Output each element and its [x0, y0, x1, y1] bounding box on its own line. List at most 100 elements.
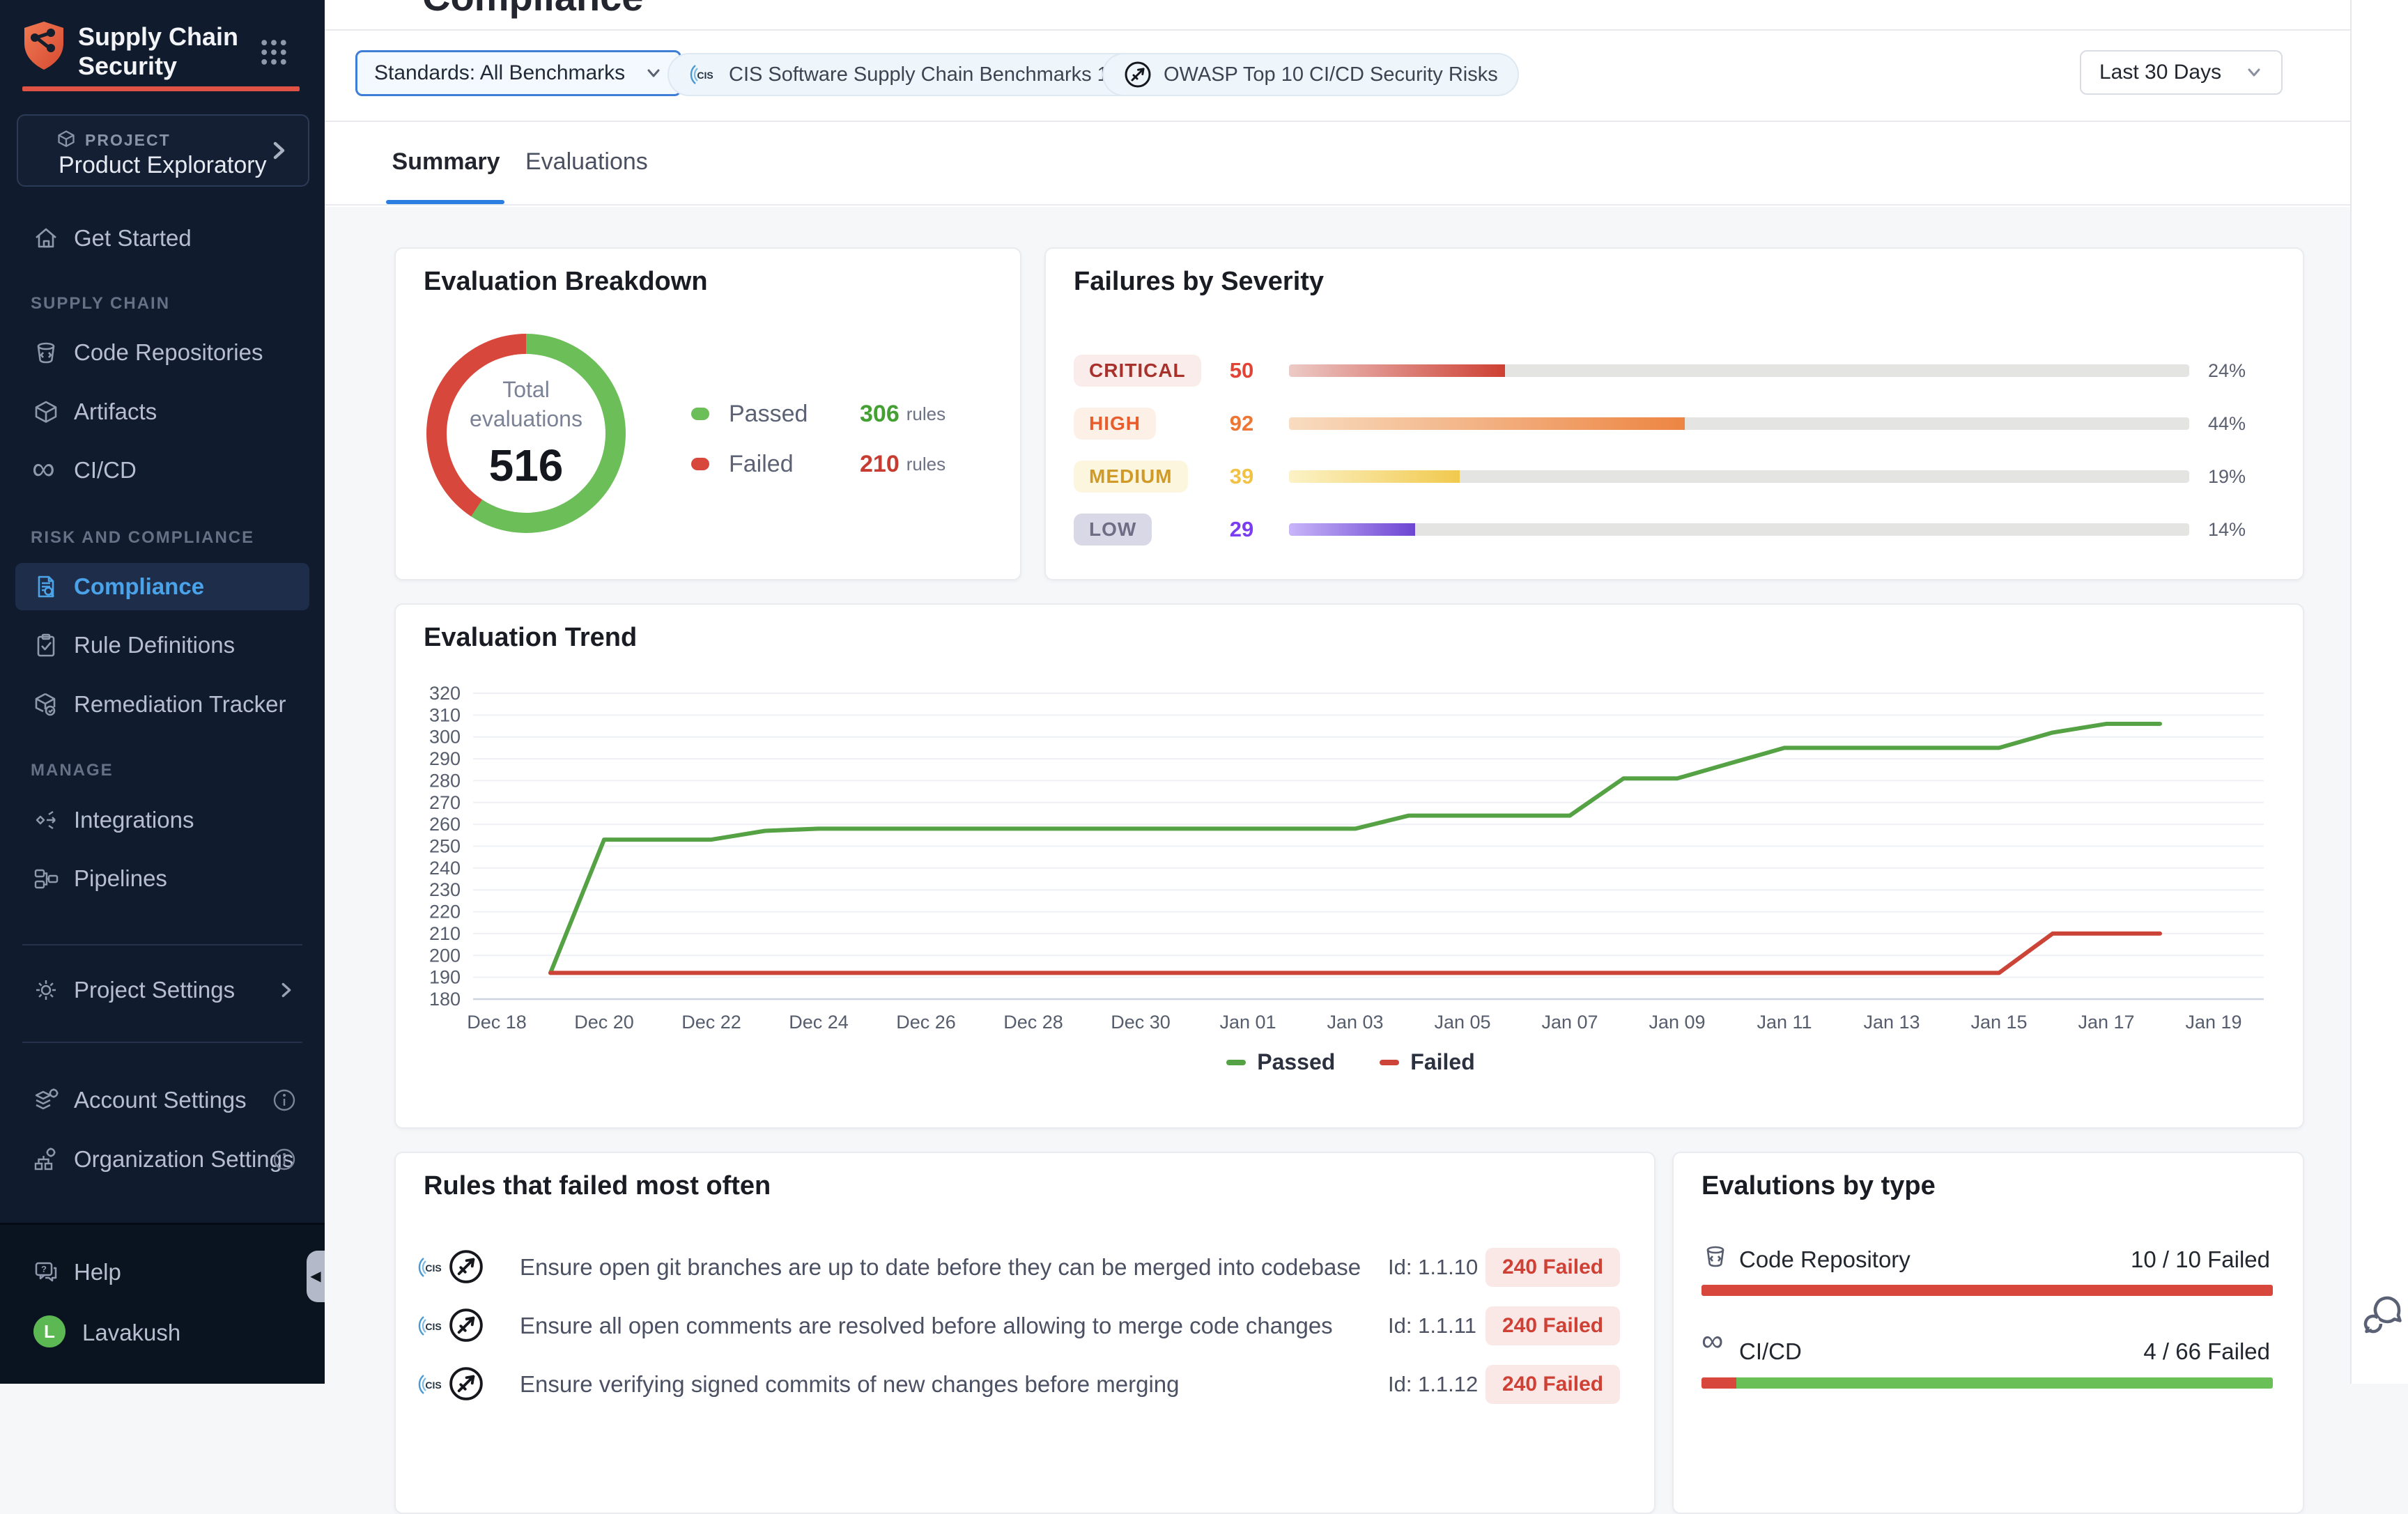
svg-text:190: 190 — [429, 967, 461, 988]
app-switcher-grid-icon[interactable] — [258, 36, 290, 68]
org-gear-icon — [32, 1145, 60, 1173]
svg-text:270: 270 — [429, 792, 461, 813]
sidebar-item-account-settings[interactable]: Account Settings — [0, 1077, 325, 1123]
svg-text:CIS: CIS — [697, 70, 713, 81]
artifacts-box-icon — [32, 398, 60, 426]
card-title: Evaluation Breakdown — [424, 267, 708, 297]
passed-line-icon — [1226, 1060, 1246, 1065]
card-rules-failed-most: Rules that failed most often CIS Ensure … — [394, 1152, 1656, 1514]
rule-row[interactable]: CIS Ensure verifying signed commits of n… — [396, 1350, 1657, 1419]
card-evaluation-breakdown: Evaluation Breakdown Total evaluations 5… — [394, 247, 1021, 580]
sidebar-item-code-repositories[interactable]: Code Repositories — [0, 330, 325, 376]
remediation-box-icon — [32, 690, 60, 718]
sidebar-item-help[interactable]: ? Help — [0, 1249, 325, 1295]
svg-text:200: 200 — [429, 945, 461, 966]
severity-row-critical: CRITICAL 50 24% — [1046, 355, 2306, 387]
sidebar-item-cicd[interactable]: ∞ CI/CD — [0, 447, 325, 493]
sidebar-item-pipelines[interactable]: Pipelines — [0, 856, 325, 902]
svg-text:Dec 28: Dec 28 — [1003, 1012, 1063, 1033]
svg-text:CIS: CIS — [425, 1321, 441, 1332]
cis-logo-icon: CIS — [417, 1253, 446, 1282]
type-label: CI/CD — [1739, 1338, 1802, 1365]
card-title: Failures by Severity — [1074, 267, 1324, 297]
brand-divider — [22, 86, 300, 91]
tab-summary[interactable]: Summary — [387, 123, 504, 204]
sidebar-item-label: Project Settings — [74, 967, 235, 1013]
sidebar-item-label: Account Settings — [74, 1077, 247, 1123]
sidebar-item-get-started[interactable]: Get Started — [0, 215, 325, 261]
code-repository-icon — [1701, 1242, 1729, 1270]
chevron-down-icon — [2245, 63, 2263, 82]
severity-bar-fill — [1289, 364, 1505, 377]
sidebar-item-label: Pipelines — [74, 856, 167, 902]
project-selector[interactable]: PROJECT Product Exploratory — [17, 114, 309, 187]
card-evaluation-trend: Evaluation Trend 32031030029028027026025… — [394, 603, 2304, 1129]
date-range-value: Last 30 Days — [2099, 61, 2221, 84]
tabs-bar: Summary Evaluations — [325, 123, 2350, 206]
svg-text:240: 240 — [429, 858, 461, 879]
owasp-logo-icon — [1123, 60, 1152, 89]
page-title: Compliance — [422, 0, 643, 20]
sidebar-item-label: Rule Definitions — [74, 622, 235, 668]
tab-evaluations[interactable]: Evaluations — [525, 123, 644, 204]
chevron-down-icon — [645, 64, 663, 82]
type-bar-code-repository — [1701, 1285, 2273, 1296]
sidebar-item-artifacts[interactable]: Artifacts — [0, 389, 325, 435]
severity-bar-track — [1289, 523, 2189, 536]
standards-dropdown[interactable]: Standards: All Benchmarks — [355, 50, 681, 96]
compliance-doc-search-icon — [32, 573, 60, 601]
benchmark-chip-owasp[interactable]: OWASP Top 10 CI/CD Security Risks — [1102, 53, 1519, 96]
svg-text:Jan 17: Jan 17 — [2078, 1012, 2134, 1033]
sidebar-item-integrations[interactable]: Integrations — [0, 797, 325, 843]
failed-line-icon — [1380, 1060, 1399, 1065]
benchmark-chip-cis[interactable]: CIS CIS Software Supply Chain Benchmarks… — [667, 53, 1146, 96]
severity-badge: CRITICAL — [1074, 355, 1201, 387]
sidebar-item-compliance[interactable]: Compliance — [15, 563, 309, 610]
svg-text:CIS: CIS — [425, 1380, 441, 1391]
rule-failed-badge: 240 Failed — [1485, 1248, 1620, 1287]
sidebar-collapse-handle[interactable]: ◀ — [307, 1251, 325, 1302]
sidebar-item-label: CI/CD — [74, 447, 137, 493]
chip-label: CIS Software Supply Chain Benchmarks 1.0 — [729, 63, 1125, 86]
info-icon[interactable] — [272, 1147, 297, 1172]
severity-value: 29 — [1210, 513, 1273, 546]
owasp-logo-icon — [447, 1365, 485, 1403]
gear-icon — [32, 976, 60, 1004]
card-evaluations-by-type: Evalutions by type Code Repository 10 / … — [1672, 1152, 2304, 1514]
sidebar-item-organization-settings[interactable]: Organization Settings — [0, 1136, 325, 1182]
legend-row-passed: Passed 306 rules — [691, 396, 998, 431]
type-count: 10 / 10 Failed — [2131, 1246, 2270, 1273]
svg-text:Jan 15: Jan 15 — [1970, 1012, 2027, 1033]
section-manage: MANAGE — [31, 761, 114, 780]
svg-text:Jan 03: Jan 03 — [1327, 1012, 1383, 1033]
sidebar-item-remediation-tracker[interactable]: Remediation Tracker — [0, 681, 325, 727]
chat-widget-icon[interactable] — [2360, 1293, 2403, 1336]
section-risk-compliance: RISK AND COMPLIANCE — [31, 528, 254, 548]
severity-bar-fill — [1289, 470, 1460, 483]
severity-percent: 19% — [2208, 461, 2246, 493]
info-icon[interactable] — [272, 1088, 297, 1113]
svg-text:260: 260 — [429, 814, 461, 835]
severity-bar-fill — [1289, 417, 1685, 430]
severity-value: 50 — [1210, 355, 1273, 387]
total-evaluations-value: 516 — [489, 440, 564, 491]
severity-row-low: LOW 29 14% — [1046, 513, 2306, 546]
infinity-icon: ∞ — [32, 456, 60, 484]
legend-label: Passed — [729, 401, 860, 428]
svg-text:Jan 09: Jan 09 — [1649, 1012, 1705, 1033]
svg-text:Jan 11: Jan 11 — [1757, 1012, 1812, 1033]
legend-label: Failed — [729, 451, 860, 478]
svg-text:Jan 13: Jan 13 — [1863, 1012, 1920, 1033]
sidebar-item-rule-definitions[interactable]: Rule Definitions — [0, 622, 325, 668]
trend-legend: Passed Failed — [396, 1049, 2306, 1075]
date-range-dropdown[interactable]: Last 30 Days — [2080, 50, 2283, 95]
sidebar-item-project-settings[interactable]: Project Settings — [0, 967, 325, 1013]
svg-text:320: 320 — [429, 683, 461, 704]
clipboard-check-icon — [32, 631, 60, 659]
sidebar-user[interactable]: L Lavakush — [0, 1310, 325, 1356]
cis-logo-icon: CIS — [417, 1311, 446, 1341]
rule-text: Ensure verifying signed commits of new c… — [520, 1350, 1179, 1419]
app-logo-shield-icon — [21, 20, 67, 72]
donut-center-label: Total evaluations 516 — [426, 334, 626, 533]
svg-text:280: 280 — [429, 770, 461, 791]
